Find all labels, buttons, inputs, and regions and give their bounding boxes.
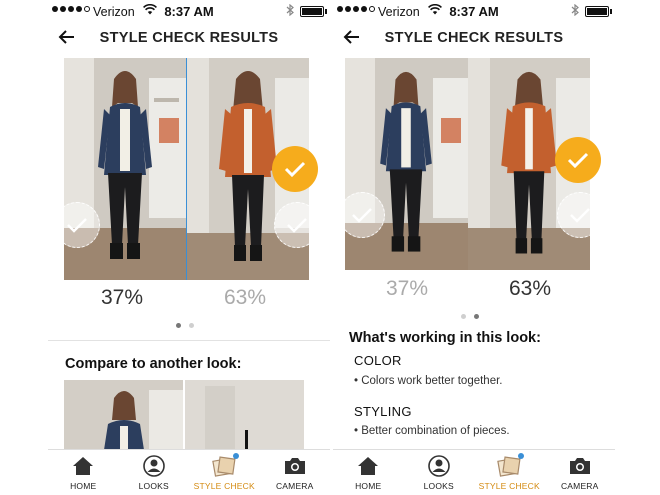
photos-icon bbox=[497, 453, 525, 477]
tab-label: LOOKS bbox=[138, 481, 169, 491]
camera-icon bbox=[568, 455, 592, 477]
look-thumbnail[interactable] bbox=[64, 380, 183, 450]
tab-looks[interactable]: LOOKS bbox=[119, 450, 190, 495]
winner-check-icon[interactable] bbox=[555, 137, 601, 183]
unselected-check-icon[interactable] bbox=[274, 202, 320, 248]
divider bbox=[48, 340, 330, 341]
header: STYLE CHECK RESULTS bbox=[333, 26, 615, 54]
tab-label: CAMERA bbox=[560, 481, 599, 491]
page-dot-2[interactable] bbox=[189, 323, 194, 328]
header: STYLE CHECK RESULTS bbox=[48, 26, 330, 54]
tab-label: STYLE CHECK bbox=[193, 481, 255, 491]
page-title: STYLE CHECK RESULTS bbox=[99, 30, 279, 46]
tab-label: LOOKS bbox=[423, 481, 454, 491]
unselected-check-icon[interactable] bbox=[339, 192, 385, 238]
page-dot-1[interactable] bbox=[176, 323, 181, 328]
battery-icon bbox=[300, 6, 327, 17]
photos-icon bbox=[212, 453, 240, 477]
page-indicator[interactable] bbox=[176, 323, 194, 328]
winner-check-icon[interactable] bbox=[272, 146, 318, 192]
score-second-outfit: 63% bbox=[223, 286, 267, 309]
score-second-outfit: 63% bbox=[508, 277, 552, 300]
person-icon bbox=[427, 455, 451, 477]
look-thumbnail[interactable] bbox=[185, 380, 304, 450]
outfit-comparison bbox=[345, 58, 590, 270]
page-dot-2[interactable] bbox=[474, 314, 479, 319]
battery-icon bbox=[585, 6, 612, 17]
styling-label: STYLING bbox=[354, 404, 412, 419]
tab-label: HOME bbox=[355, 481, 382, 491]
styling-bullet: • Better combination of pieces. bbox=[354, 425, 510, 437]
status-bar: Verizon 8:37 AM bbox=[333, 0, 615, 24]
home-icon bbox=[356, 455, 380, 477]
score-first-outfit: 37% bbox=[100, 286, 144, 309]
score-first-outfit: 37% bbox=[385, 277, 429, 300]
left-phone-screen: Verizon 8:37 AM STYLE CHECK RESULTS 37% … bbox=[48, 0, 330, 495]
unselected-check-icon[interactable] bbox=[54, 202, 100, 248]
home-icon bbox=[71, 455, 95, 477]
tab-bar: HOME LOOKS STYLE CHECK CAMERA bbox=[333, 449, 615, 495]
camera-icon bbox=[283, 455, 307, 477]
tab-bar: HOME LOOKS STYLE CHECK CAMERA bbox=[48, 449, 330, 495]
tab-label: CAMERA bbox=[275, 481, 314, 491]
compare-heading: Compare to another look: bbox=[65, 356, 242, 372]
tab-home[interactable]: HOME bbox=[333, 450, 404, 495]
bluetooth-icon bbox=[571, 3, 579, 19]
tab-label: HOME bbox=[70, 481, 97, 491]
color-bullet: • Colors work better together. bbox=[354, 375, 503, 387]
tab-looks[interactable]: LOOKS bbox=[404, 450, 475, 495]
unselected-check-icon[interactable] bbox=[557, 192, 603, 238]
person-icon bbox=[142, 455, 166, 477]
tab-home[interactable]: HOME bbox=[48, 450, 119, 495]
tab-camera[interactable]: CAMERA bbox=[545, 450, 616, 495]
tab-label: STYLE CHECK bbox=[478, 481, 540, 491]
whats-working-heading: What's working in this look: bbox=[349, 330, 541, 346]
other-looks-carousel[interactable] bbox=[64, 380, 304, 450]
color-label: COLOR bbox=[354, 353, 402, 368]
status-bar: Verizon 8:37 AM bbox=[48, 0, 330, 24]
tab-camera[interactable]: CAMERA bbox=[260, 450, 331, 495]
page-dot-1[interactable] bbox=[461, 314, 466, 319]
notification-badge bbox=[233, 453, 240, 459]
outfit-photo-navy-jacket[interactable] bbox=[345, 58, 468, 270]
page-indicator[interactable] bbox=[461, 314, 479, 319]
right-phone-screen: Verizon 8:37 AM STYLE CHECK RESULTS 37% … bbox=[333, 0, 615, 495]
notification-badge bbox=[518, 453, 525, 459]
page-title: STYLE CHECK RESULTS bbox=[384, 30, 564, 46]
tab-style-check[interactable]: STYLE CHECK bbox=[474, 450, 545, 495]
tab-style-check[interactable]: STYLE CHECK bbox=[189, 450, 260, 495]
bluetooth-icon bbox=[286, 3, 294, 19]
